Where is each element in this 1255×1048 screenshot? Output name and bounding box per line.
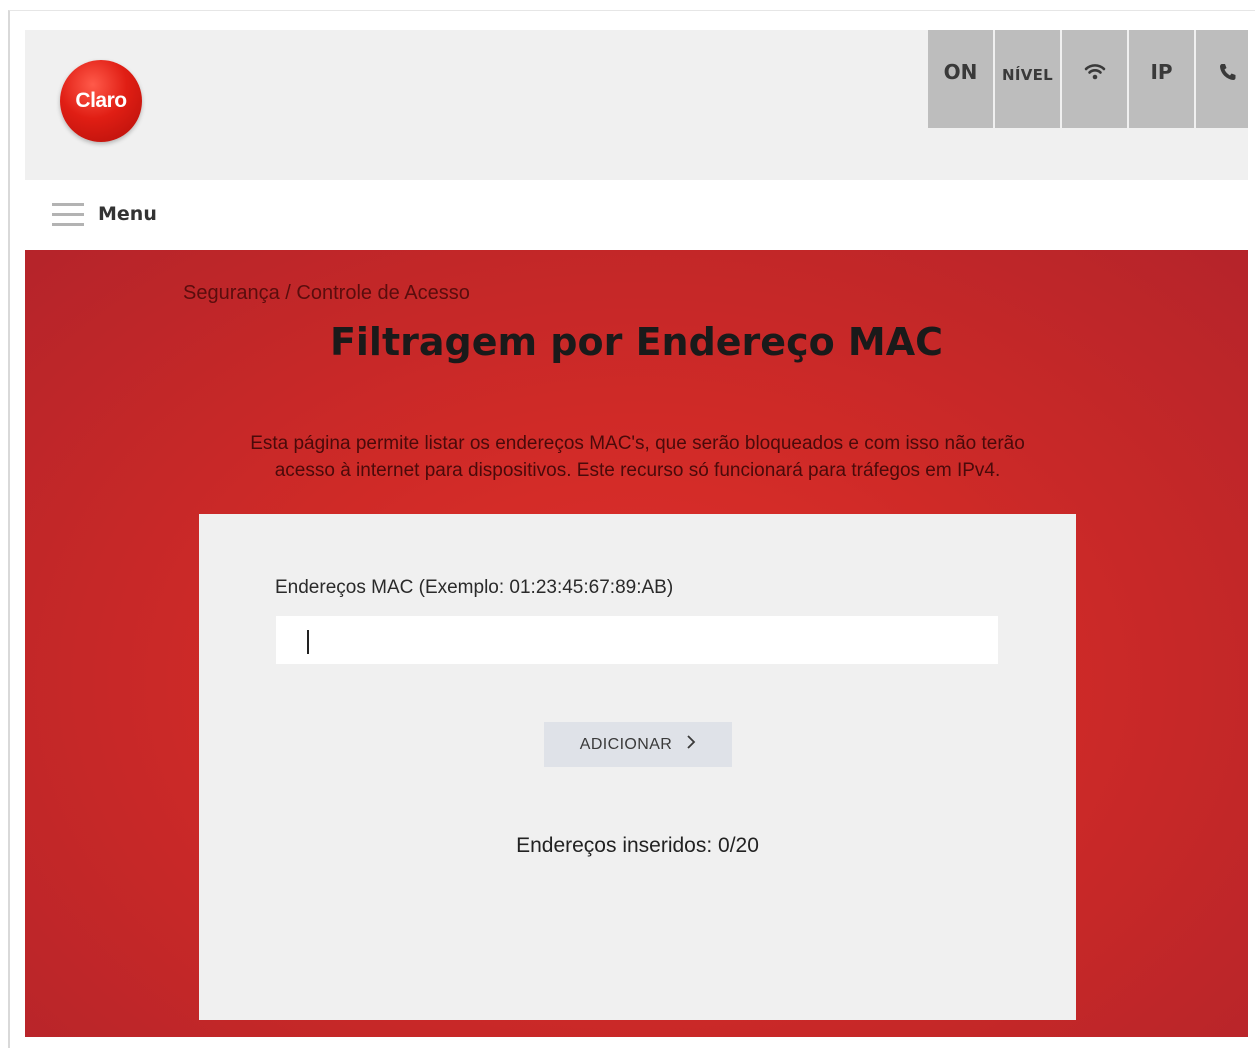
add-button-label: ADICIONAR <box>579 735 673 753</box>
status-on-label: ON <box>943 60 978 84</box>
mac-address-label: Endereços MAC (Exemplo: 01:23:45:67:89:A… <box>275 577 674 598</box>
status-ip-label: IP <box>1150 60 1173 84</box>
mac-filter-panel: Endereços MAC (Exemplo: 01:23:45:67:89:A… <box>199 514 1076 1020</box>
claro-logo[interactable]: Claro <box>60 60 142 142</box>
wifi-icon <box>1084 62 1106 82</box>
hamburger-menu-icon <box>52 200 84 228</box>
menu-label: Menu <box>98 203 157 225</box>
breadcrumb: Segurança / Controle de Acesso <box>183 282 470 304</box>
header: Claro ON NÍVEL IP <box>25 30 1248 180</box>
status-phone-button[interactable] <box>1196 30 1248 128</box>
main-content: Segurança / Controle de Acesso Filtragem… <box>25 250 1248 1037</box>
page-title: Filtragem por Endereço MAC <box>329 320 944 364</box>
status-wifi-button[interactable] <box>1062 30 1127 128</box>
status-on-button[interactable]: ON <box>928 30 993 128</box>
phone-icon <box>1218 62 1238 82</box>
status-bar: ON NÍVEL IP <box>926 30 1248 128</box>
description-line-1: Esta página permite listar os endereços … <box>250 433 1025 454</box>
mac-address-input[interactable] <box>276 616 998 664</box>
page-description: Esta página permite listar os endereços … <box>185 430 1090 484</box>
add-button[interactable]: ADICIONAR <box>544 722 732 767</box>
status-ip-button[interactable]: IP <box>1129 30 1194 128</box>
description-line-2: acesso à internet para dispositivos. Est… <box>274 460 1001 481</box>
status-nivel-button[interactable]: NÍVEL <box>995 30 1060 128</box>
chevron-right-icon <box>686 734 696 755</box>
text-caret <box>307 630 309 654</box>
inserted-count: Endereços inseridos: 0/20 <box>516 834 759 857</box>
status-nivel-label: NÍVEL <box>1001 66 1054 84</box>
logo-text: Claro <box>75 89 127 112</box>
menu-toggle[interactable]: Menu <box>52 197 157 231</box>
